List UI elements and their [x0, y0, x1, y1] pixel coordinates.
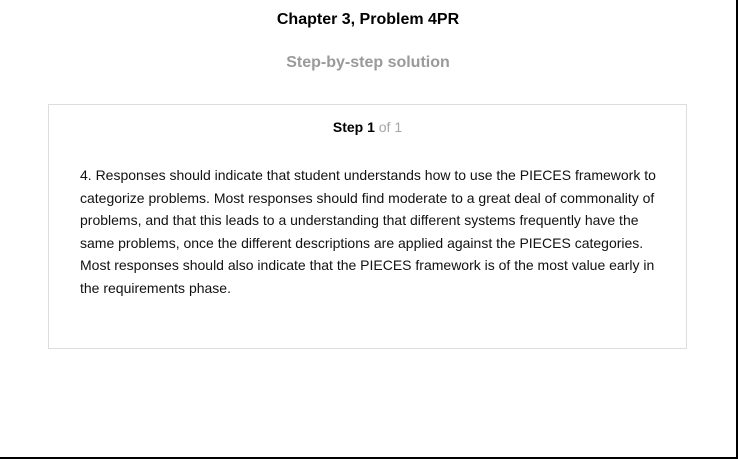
- solution-step-card: Step 1 of 1 4. Responses should indicate…: [48, 104, 687, 349]
- step-count: of 1: [378, 119, 403, 135]
- solution-subtitle: Step-by-step solution: [286, 54, 450, 71]
- step-header: Step 1 of 1: [49, 119, 686, 135]
- page-title: Chapter 3, Problem 4PR: [276, 11, 460, 28]
- step-label: Step 1: [332, 119, 375, 135]
- step-body-text: 4. Responses should indicate that studen…: [80, 167, 656, 296]
